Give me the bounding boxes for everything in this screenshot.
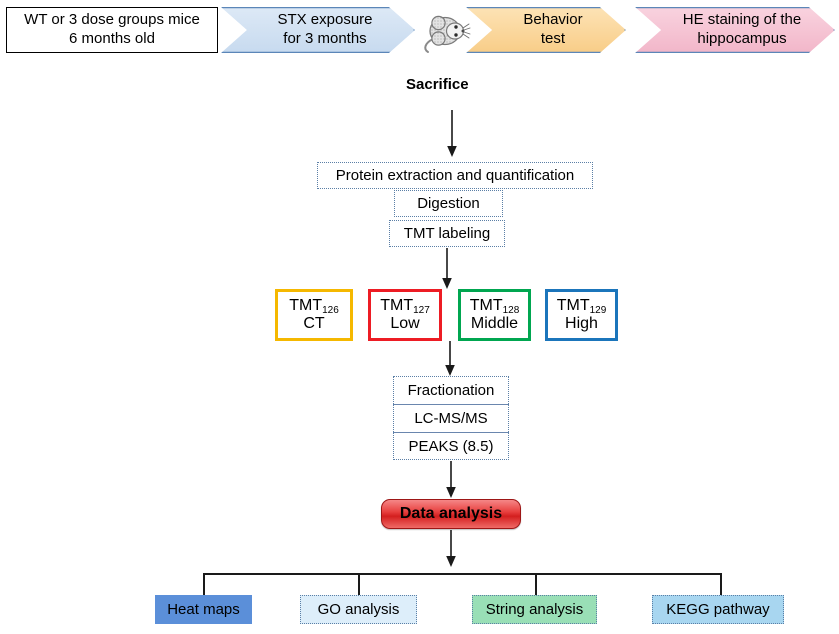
output-heat-maps-label: Heat maps	[167, 601, 240, 618]
timeline-step-cohort-line1: WT or 3 dose groups mice	[24, 11, 200, 29]
timeline-step-he-staining: HE staining of the hippocampus	[635, 7, 835, 53]
step-peaks-label: PEAKS (8.5)	[408, 437, 494, 455]
timeline-step-behavior-line1: Behavior	[523, 11, 583, 29]
tmt-channel-128: TMT128 Middle	[458, 289, 531, 341]
arrow-data-analysis-to-outputs	[444, 530, 458, 568]
workflow-diagram: WT or 3 dose groups mice 6 months old ST…	[0, 0, 839, 634]
timeline-step-behavior-test: Behavior test	[466, 7, 626, 53]
timeline-step-stx-line2: for 3 months	[283, 30, 367, 47]
step-protein-extraction: Protein extraction and quantification	[317, 162, 593, 189]
timeline-step-he-line1: HE staining of the	[682, 11, 802, 29]
step-peaks: PEAKS (8.5)	[393, 432, 509, 460]
outputs-drop-go-analysis	[358, 573, 360, 595]
step-tmt-labeling: TMT labeling	[389, 220, 505, 247]
step-lc-ms-ms: LC-MS/MS	[393, 404, 509, 432]
output-kegg-pathway-label: KEGG pathway	[666, 601, 770, 618]
tmt-channel-128-group: Middle	[470, 315, 519, 332]
outputs-drop-heat-maps	[203, 573, 205, 595]
step-fractionation: Fractionation	[393, 376, 509, 404]
outputs-drop-kegg-pathway	[720, 573, 722, 595]
arrow-sacrifice-to-extraction	[445, 110, 459, 158]
tmt-channel-129: TMT129 High	[545, 289, 618, 341]
tmt-channel-127: TMT127 Low	[368, 289, 442, 341]
step-digestion: Digestion	[394, 190, 503, 217]
step-tmt-labeling-label: TMT labeling	[403, 225, 491, 242]
output-heat-maps: Heat maps	[155, 595, 252, 624]
tmt-channel-127-tag: TMT127	[380, 296, 430, 316]
tmt-channel-128-tag: TMT128	[469, 296, 520, 316]
step-fractionation-label: Fractionation	[407, 382, 495, 399]
mouse-illustration-icon	[419, 5, 471, 55]
tmt-channel-127-group: Low	[390, 315, 420, 332]
step-protein-extraction-label: Protein extraction and quantification	[335, 167, 575, 184]
tmt-channel-126-group: CT	[303, 315, 325, 332]
sacrifice-label: Sacrifice	[406, 76, 469, 93]
timeline-step-behavior-line2: test	[540, 30, 566, 47]
timeline-step-cohort: WT or 3 dose groups mice 6 months old	[6, 7, 218, 53]
outputs-drop-string-analysis	[535, 573, 537, 595]
timeline-step-he-line2: hippocampus	[697, 30, 787, 47]
timeline-step-stx-exposure: STX exposure for 3 months	[221, 7, 415, 53]
data-analysis-node[interactable]: Data analysis	[381, 499, 521, 529]
timeline-step-cohort-line2: 6 months old	[69, 30, 155, 47]
timeline-step-stx-line1: STX exposure	[277, 11, 373, 29]
arrow-tmt-to-fractionation	[443, 341, 457, 377]
output-string-analysis-label: String analysis	[485, 601, 584, 618]
tmt-channel-126: TMT126 CT	[275, 289, 353, 341]
outputs-bus-line	[203, 573, 721, 575]
tmt-channel-129-group: High	[565, 315, 598, 332]
data-analysis-label: Data analysis	[399, 505, 503, 522]
output-go-analysis-label: GO analysis	[317, 601, 400, 618]
arrow-ms-to-data-analysis	[444, 461, 458, 499]
tmt-channel-129-tag: TMT129	[556, 296, 607, 316]
output-string-analysis: String analysis	[472, 595, 597, 624]
arrow-labeling-to-tmt	[440, 248, 454, 290]
step-lc-ms-ms-label: LC-MS/MS	[414, 410, 488, 427]
tmt-channel-126-tag: TMT126	[289, 296, 339, 316]
output-go-analysis: GO analysis	[300, 595, 417, 624]
output-kegg-pathway: KEGG pathway	[652, 595, 784, 624]
step-digestion-label: Digestion	[417, 195, 480, 212]
